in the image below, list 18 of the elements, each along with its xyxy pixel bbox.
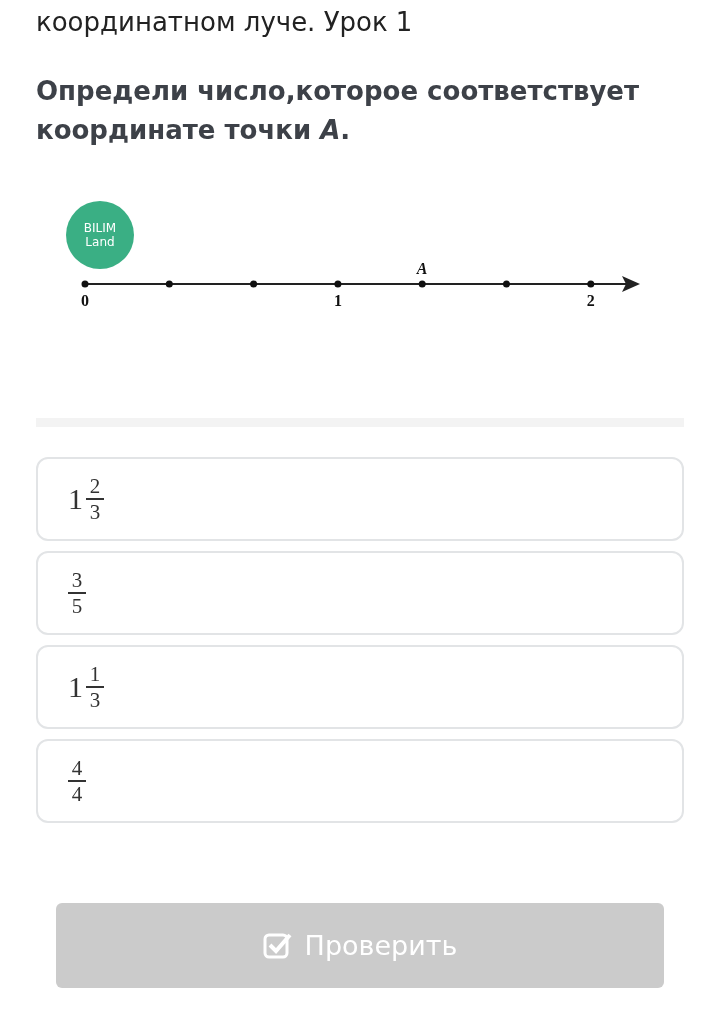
fraction-value: 4 4 [68, 756, 86, 806]
answer-option[interactable]: 3 5 [36, 551, 684, 635]
point-label: 1 [333, 292, 342, 309]
point-label: 2 [586, 292, 595, 309]
point-dot [81, 280, 89, 288]
question-text: Определи число,которое соответствует координате точки A. [36, 75, 641, 147]
logo-icon: BILIM Land [66, 201, 134, 269]
point-label: 0 [81, 292, 89, 309]
point-dot [334, 280, 342, 288]
point-label: A [416, 260, 428, 277]
fraction-value: 3 5 [68, 568, 86, 618]
answer-option[interactable]: 4 4 [36, 739, 684, 823]
point-dot [587, 280, 595, 288]
lesson-title: координатном луче. Урок 1 [36, 6, 414, 38]
point-dot [418, 280, 426, 288]
point-dot [165, 280, 173, 288]
point-dot [250, 280, 258, 288]
point-dot [503, 280, 510, 288]
